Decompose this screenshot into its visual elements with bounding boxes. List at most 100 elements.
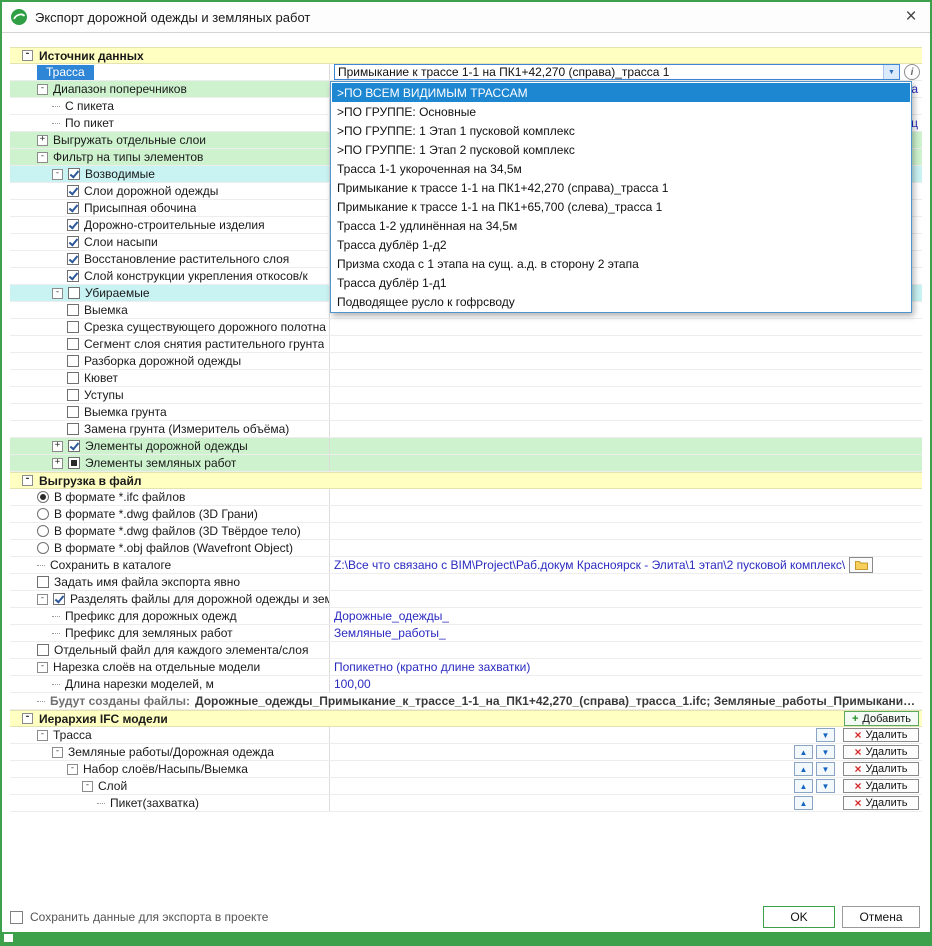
cancel-button[interactable]: Отмена xyxy=(842,906,920,928)
dropdown-item[interactable]: >ПО ВСЕМ ВИДИМЫМ ТРАССАМ xyxy=(332,83,910,102)
dropdown-item[interactable]: Примыкание к трассе 1-1 на ПК1+65,700 (с… xyxy=(332,197,910,216)
expander-icon[interactable]: - xyxy=(37,83,48,95)
move-up-button[interactable]: ▲ xyxy=(794,796,813,810)
trassa-combobox[interactable]: Примыкание к трассе 1-1 на ПК1+42,270 (с… xyxy=(334,64,900,80)
row-value-cell xyxy=(330,455,922,471)
cell-value[interactable]: Z:\Все что связано с BIM\Project\Раб.док… xyxy=(334,558,845,572)
dropdown-item[interactable]: Трасса 1-2 удлинённая на 34,5м xyxy=(332,216,910,235)
checkbox[interactable] xyxy=(67,236,79,248)
checkbox[interactable] xyxy=(67,304,79,316)
checkbox[interactable] xyxy=(67,372,79,384)
checkbox[interactable] xyxy=(67,321,79,333)
move-down-button[interactable]: ▼ xyxy=(816,745,835,759)
expander-icon[interactable]: + xyxy=(52,457,63,469)
row-label: Элементы земляных работ xyxy=(85,456,237,470)
checkbox[interactable] xyxy=(67,423,79,435)
row-value-cell xyxy=(330,353,922,369)
move-up-button[interactable]: ▲ xyxy=(794,779,813,793)
expander-icon[interactable]: - xyxy=(52,168,63,180)
save-in-project-checkbox[interactable] xyxy=(10,910,23,924)
row-label-cell: Пикет(захватка) xyxy=(10,795,330,811)
row-label-cell: В формате *.dwg файлов (3D Твёрдое тело) xyxy=(10,523,330,539)
chevron-down-icon[interactable]: ▼ xyxy=(883,65,899,79)
row-label-cell: - Разделять файлы для дорожной одежды и з… xyxy=(10,591,330,607)
dropdown-item[interactable]: Трасса 1-1 укороченная на 34,5м xyxy=(332,159,910,178)
dropdown-item[interactable]: Призма схода с 1 этапа на сущ. а.д. в ст… xyxy=(332,254,910,273)
expander-icon[interactable]: - xyxy=(22,50,33,61)
info-icon[interactable]: i xyxy=(904,64,920,80)
checkbox[interactable] xyxy=(68,457,80,469)
move-down-button[interactable]: ▼ xyxy=(816,779,835,793)
checkbox[interactable] xyxy=(37,644,49,656)
delete-button[interactable]: × Удалить xyxy=(843,796,919,810)
dropdown-item[interactable]: Трасса дублёр 1-д1 xyxy=(332,273,910,292)
cell-value[interactable]: Земляные_работы_ xyxy=(334,626,446,640)
dropdown-item[interactable]: >ПО ГРУППЕ: 1 Этап 2 пусковой комплекс xyxy=(332,140,910,159)
checkbox[interactable] xyxy=(67,219,79,231)
tree-dash xyxy=(52,683,60,685)
expander-icon[interactable]: - xyxy=(82,780,93,792)
checkbox[interactable] xyxy=(37,576,49,588)
checkbox[interactable] xyxy=(68,440,80,452)
expander-icon[interactable]: - xyxy=(22,713,33,724)
section-label: Иерархия IFC модели xyxy=(39,711,168,726)
checkbox[interactable] xyxy=(53,593,65,605)
delete-button[interactable]: × Удалить xyxy=(843,745,919,759)
checkbox[interactable] xyxy=(67,355,79,367)
expander-icon[interactable]: - xyxy=(67,763,78,775)
row-label-cell: Сегмент слоя снятия растительного грунта xyxy=(10,336,330,352)
close-icon[interactable]: × xyxy=(900,6,922,28)
folder-browse-button[interactable] xyxy=(849,557,874,573)
checkbox[interactable] xyxy=(68,287,80,299)
cell-value[interactable]: 100,00 xyxy=(334,677,371,691)
checkbox[interactable] xyxy=(67,338,79,350)
row-value-cell xyxy=(330,506,922,522)
expander-icon[interactable]: - xyxy=(52,287,63,299)
dropdown-item[interactable]: Примыкание к трассе 1-1 на ПК1+42,270 (с… xyxy=(332,178,910,197)
radio-button[interactable] xyxy=(37,525,49,537)
cell-value[interactable]: Дорожные_одежды_ xyxy=(334,609,449,623)
row-label-cell: В формате *.ifc файлов xyxy=(10,489,330,505)
ok-button[interactable]: OK xyxy=(763,906,835,928)
window-title: Экспорт дорожной одежды и земляных работ xyxy=(35,9,311,25)
move-down-button[interactable]: ▼ xyxy=(816,762,835,776)
dropdown-item[interactable]: >ПО ГРУППЕ: Основные xyxy=(332,102,910,121)
expander-icon[interactable]: + xyxy=(52,440,63,452)
move-up-button[interactable]: ▲ xyxy=(794,762,813,776)
section-ifc-hierarchy: - Иерархия IFC модели + Добавить xyxy=(10,710,922,727)
move-up-button[interactable]: ▲ xyxy=(794,745,813,759)
expander-icon[interactable]: - xyxy=(52,746,63,758)
expander-icon[interactable]: - xyxy=(37,661,48,673)
cell-value[interactable]: Попикетно (кратно длине захватки) xyxy=(334,660,530,674)
checkbox[interactable] xyxy=(67,270,79,282)
expander-icon[interactable]: + xyxy=(37,134,48,146)
expander-icon[interactable]: - xyxy=(22,475,33,486)
dropdown-item[interactable]: >ПО ГРУППЕ: 1 Этап 1 пусковой комплекс xyxy=(332,121,910,140)
checkbox[interactable] xyxy=(67,389,79,401)
delete-button[interactable]: × Удалить xyxy=(843,779,919,793)
checkbox[interactable] xyxy=(68,168,80,180)
checkbox[interactable] xyxy=(67,253,79,265)
expander-icon[interactable]: - xyxy=(37,729,48,741)
delete-button[interactable]: × Удалить xyxy=(843,728,919,742)
radio-button[interactable] xyxy=(37,508,49,520)
add-button[interactable]: + Добавить xyxy=(843,711,919,726)
expander-icon[interactable]: - xyxy=(37,151,48,163)
row-label: Задать имя файла экспорта явно xyxy=(54,575,241,589)
checkbox[interactable] xyxy=(67,202,79,214)
tree-dash xyxy=(37,700,45,702)
dropdown-item[interactable]: Трасса дублёр 1-д2 xyxy=(332,235,910,254)
radio-button[interactable] xyxy=(37,542,49,554)
move-down-button[interactable]: ▼ xyxy=(816,728,835,742)
row-label: В формате *.dwg файлов (3D Твёрдое тело) xyxy=(54,524,301,538)
row-value-cell xyxy=(330,591,922,607)
checkbox[interactable] xyxy=(67,406,79,418)
expander-icon[interactable]: - xyxy=(37,593,48,605)
row-value-cell: ▲▼ ×Удалить xyxy=(330,778,922,794)
radio-button[interactable] xyxy=(37,491,49,503)
dropdown-item[interactable]: Подводящее русло к гофрсводу xyxy=(332,292,910,311)
delete-x-icon: × xyxy=(854,728,862,742)
row-label-cell: - Нарезка слоёв на отдельные модели xyxy=(10,659,330,675)
delete-button[interactable]: × Удалить xyxy=(843,762,919,776)
checkbox[interactable] xyxy=(67,185,79,197)
